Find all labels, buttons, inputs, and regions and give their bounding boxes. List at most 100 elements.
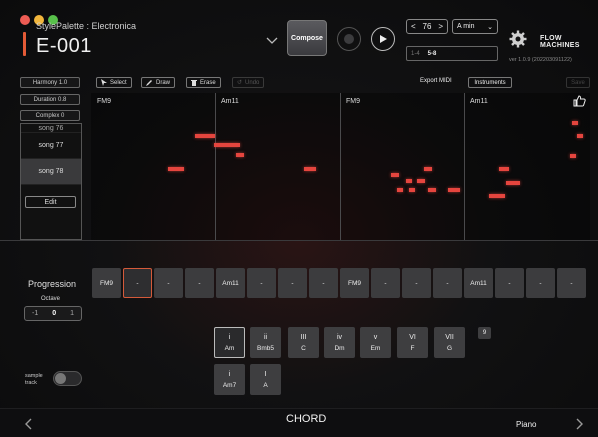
instruments-button[interactable]: Instruments [468, 77, 512, 88]
sample-track-toggle[interactable] [53, 371, 82, 386]
progression-slot[interactable]: - [402, 268, 431, 298]
note[interactable] [506, 181, 520, 185]
undo-button[interactable]: ↺ Undo [232, 77, 265, 88]
list-item[interactable]: song 76 [21, 124, 81, 133]
list-item[interactable]: song 77 [21, 133, 81, 159]
export-midi-link[interactable]: Export MIDI [420, 78, 452, 84]
close-window-button[interactable] [20, 15, 30, 25]
octave-stepper[interactable]: -1 0 1 [24, 306, 82, 321]
play-button[interactable] [371, 27, 395, 51]
chord-degree: VII [445, 333, 454, 341]
cursor-icon [101, 79, 107, 86]
progression-slot[interactable]: - [154, 268, 183, 298]
progression-slot[interactable]: - [278, 268, 307, 298]
progression-slot[interactable]: - [185, 268, 214, 298]
note[interactable] [448, 188, 460, 192]
note[interactable] [424, 167, 432, 171]
chord-degree: i [228, 370, 231, 378]
note[interactable] [489, 194, 505, 198]
note[interactable] [428, 188, 436, 192]
chord-name: Am [224, 344, 235, 352]
erase-tool-button[interactable]: Erase [186, 77, 221, 88]
thumbs-up-icon[interactable] [573, 95, 586, 107]
extension-9-button[interactable]: 9 [478, 327, 491, 339]
chord-button-VI[interactable]: VI F [397, 327, 428, 358]
chord-name: Am7 [222, 381, 237, 389]
progression-slot[interactable]: - [526, 268, 555, 298]
chord-button-VII[interactable]: VII G [434, 327, 465, 358]
tempo-decrease-button[interactable]: < [411, 22, 416, 31]
progression-slot[interactable]: FM9 [92, 268, 121, 298]
chord-degree: I [264, 370, 267, 378]
progression-slot[interactable]: - [433, 268, 462, 298]
tempo-value: 76 [422, 22, 432, 31]
chord-button-v[interactable]: v Em [360, 327, 391, 358]
gear-icon[interactable] [509, 30, 527, 48]
tempo-increase-button[interactable]: > [438, 22, 443, 31]
progression-slot[interactable]: Am11 [216, 268, 245, 298]
octave-label: Octave [41, 296, 61, 302]
progression-slot[interactable]: FM9 [340, 268, 369, 298]
chord-button-III[interactable]: III C [288, 327, 319, 358]
note[interactable] [572, 121, 578, 125]
chord-button-iv[interactable]: iv Dm [324, 327, 355, 358]
brand-logo: FLOW MACHINES [540, 35, 580, 49]
record-button[interactable] [337, 27, 361, 51]
section-5-8[interactable]: 5-8 [428, 51, 437, 57]
select-tool-button[interactable]: Select [96, 77, 132, 88]
octave-increase-button[interactable]: 1 [70, 310, 74, 317]
chevron-left-icon[interactable] [24, 418, 34, 430]
key-value: A min [457, 23, 475, 30]
chevron-down-icon[interactable] [266, 37, 278, 45]
chevron-right-icon[interactable] [574, 418, 584, 430]
note[interactable] [499, 167, 509, 171]
note[interactable] [195, 134, 215, 138]
note[interactable] [214, 143, 240, 147]
key-select[interactable]: A min ⌄ [452, 19, 498, 34]
bar-divider [215, 93, 216, 241]
chord-name: Em [370, 344, 381, 352]
note[interactable] [577, 134, 583, 138]
tempo-stepper[interactable]: < 76 > [406, 19, 448, 34]
progression-slot[interactable]: Am11 [464, 268, 493, 298]
progression-slot[interactable]: - [557, 268, 586, 298]
progression-slot[interactable]: - [371, 268, 400, 298]
note[interactable] [397, 188, 403, 192]
trash-icon [191, 80, 197, 86]
chord-button-i7[interactable]: i Am7 [214, 364, 245, 395]
section-1-4[interactable]: 1-4 [411, 51, 420, 57]
note[interactable] [304, 167, 316, 171]
progression-label: Progression [28, 279, 77, 289]
note[interactable] [417, 179, 425, 183]
footer-instrument[interactable]: Piano [516, 420, 536, 429]
note[interactable] [409, 188, 415, 192]
note[interactable] [406, 179, 412, 183]
note[interactable] [236, 153, 244, 157]
chord-button-ii[interactable]: ii Bmb5 [250, 327, 281, 358]
play-icon [380, 35, 387, 43]
note[interactable] [391, 173, 399, 177]
octave-decrease-button[interactable]: -1 [32, 310, 38, 317]
save-button[interactable]: Save [566, 77, 590, 88]
list-item-selected[interactable]: song 78 [21, 159, 81, 185]
progression-slot[interactable]: - [495, 268, 524, 298]
complex-control[interactable]: Complex 0 [20, 110, 80, 121]
edit-song-button[interactable]: Edit [25, 196, 76, 208]
progression-slot-active[interactable]: - [123, 268, 152, 298]
undo-icon: ↺ [237, 80, 243, 86]
song-list[interactable]: song 76 song 77 song 78 [20, 123, 82, 240]
chord-button-I[interactable]: I A [250, 364, 281, 395]
progression-slot[interactable]: - [309, 268, 338, 298]
duration-control[interactable]: Duration 0.8 [20, 94, 80, 105]
bar-chord-label: FM9 [346, 98, 360, 105]
chord-button-i[interactable]: i Am [214, 327, 245, 358]
compose-button[interactable]: Compose [287, 20, 327, 56]
note[interactable] [570, 154, 576, 158]
section-selector[interactable]: 1-4 5-8 [406, 46, 498, 61]
harmony-control[interactable]: Harmony 1.0 [20, 77, 80, 88]
piano-roll[interactable]: FM9 Am11 FM9 Am11 [91, 93, 590, 241]
progression-slot[interactable]: - [247, 268, 276, 298]
chord-degree: iv [336, 333, 343, 341]
draw-tool-button[interactable]: Draw [141, 77, 176, 88]
note[interactable] [168, 167, 184, 171]
